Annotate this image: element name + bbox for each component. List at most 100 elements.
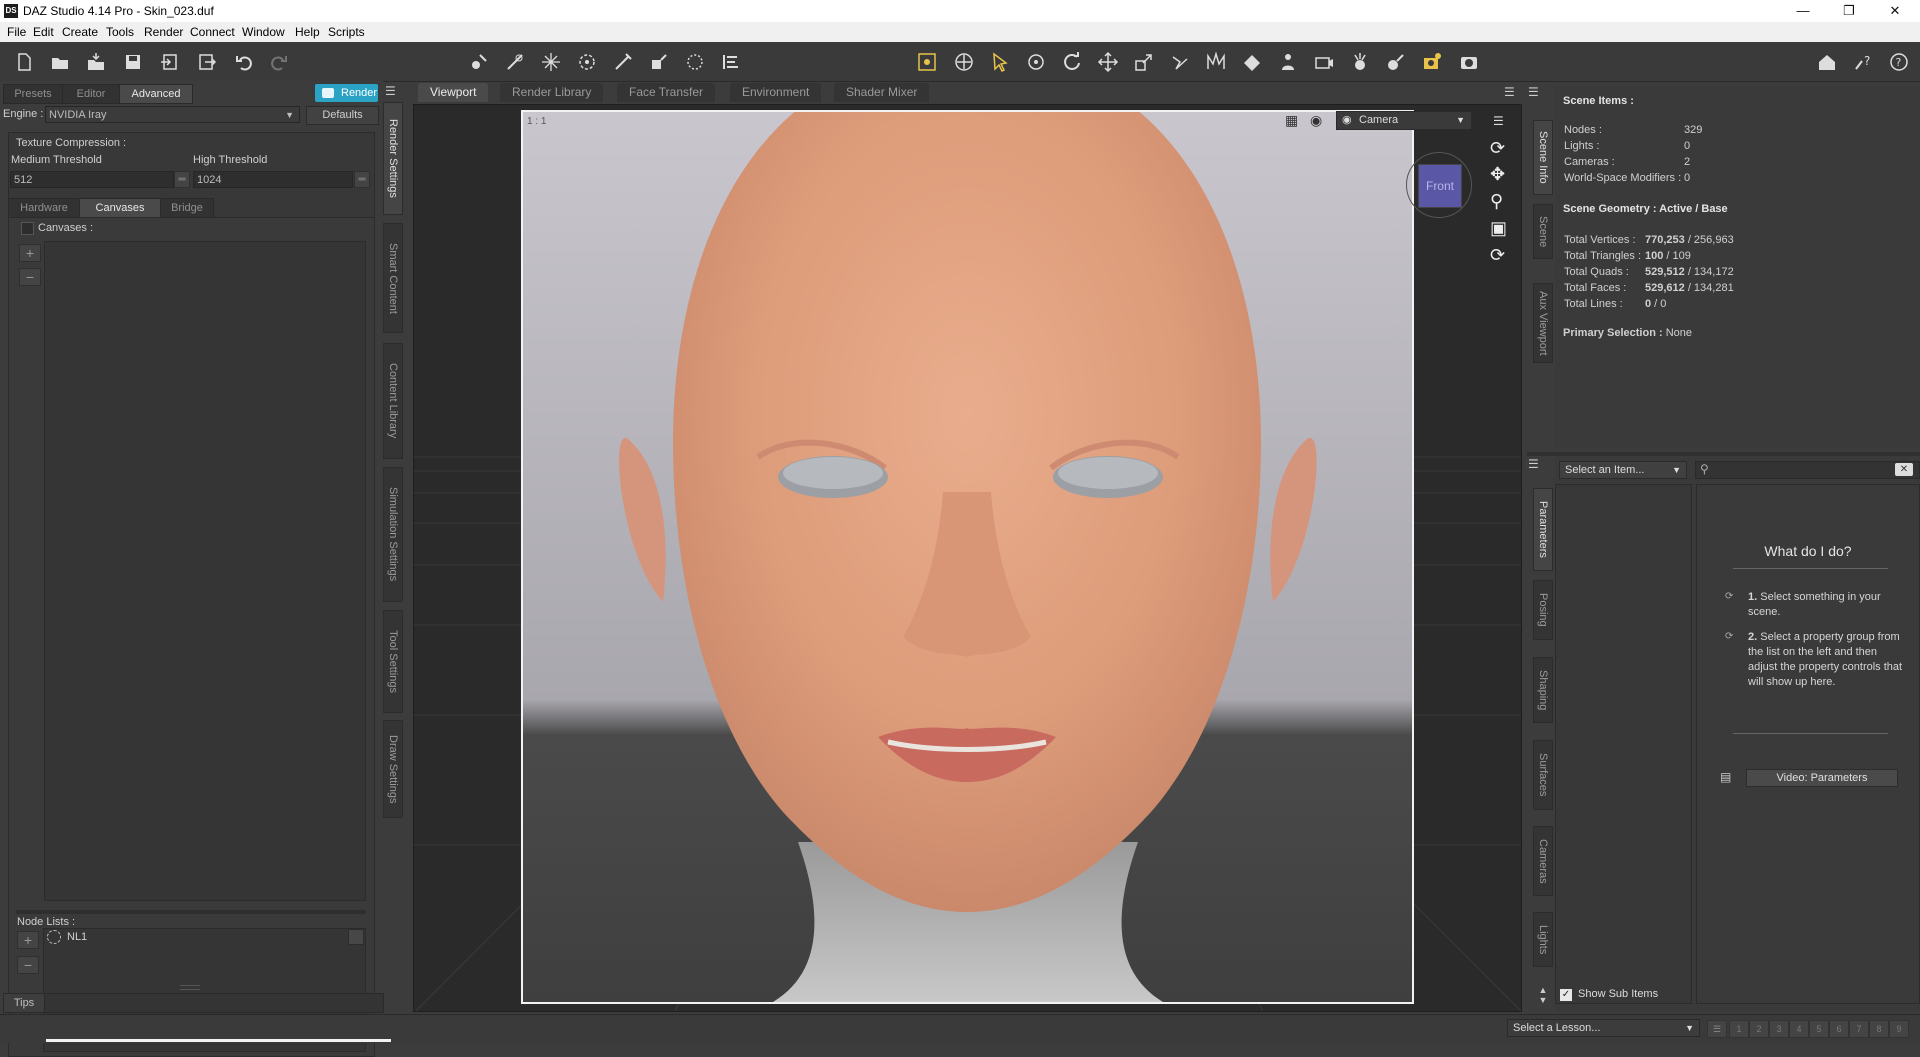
- close-icon[interactable]: ✕: [1872, 2, 1918, 20]
- rotate-tool-icon[interactable]: [1059, 49, 1085, 75]
- vtab-smart-content[interactable]: Smart Content: [383, 223, 403, 333]
- lesson-page-7[interactable]: 7: [1849, 1020, 1869, 1038]
- node-list-toggle[interactable]: [348, 929, 364, 945]
- reset-camera-icon[interactable]: ⟳: [1490, 245, 1505, 266]
- vtab-render-settings[interactable]: Render Settings: [383, 102, 403, 215]
- node-weight-brush-icon[interactable]: [466, 49, 492, 75]
- vtab-posing[interactable]: Posing: [1533, 580, 1553, 640]
- render-settings-icon[interactable]: [1419, 49, 1445, 75]
- video-parameters-button[interactable]: Video: Parameters: [1746, 769, 1898, 787]
- lesson-page-9[interactable]: 9: [1889, 1020, 1909, 1038]
- canvases-checkbox[interactable]: [21, 222, 34, 235]
- vtab-surfaces[interactable]: Surfaces: [1533, 740, 1553, 810]
- lesson-page-1[interactable]: 1: [1729, 1020, 1749, 1038]
- remove-node-list-button[interactable]: −: [17, 956, 39, 974]
- merge-icon[interactable]: [83, 49, 109, 75]
- vtab-scene[interactable]: Scene: [1533, 204, 1553, 259]
- remove-canvas-button[interactable]: −: [19, 268, 41, 286]
- tab-editor[interactable]: Editor: [62, 84, 120, 104]
- menu-scripts[interactable]: Scripts: [328, 25, 365, 39]
- surface-tool-icon[interactable]: [1239, 49, 1265, 75]
- import-icon[interactable]: [157, 49, 183, 75]
- spot-render-icon[interactable]: [538, 49, 564, 75]
- render-icon[interactable]: [1456, 49, 1482, 75]
- vtab-tool-settings[interactable]: Tool Settings: [383, 610, 403, 713]
- universal-tool-icon[interactable]: [914, 49, 940, 75]
- tab-viewport[interactable]: Viewport: [418, 83, 489, 102]
- tab-environment[interactable]: Environment: [730, 83, 822, 102]
- view-cube-ring[interactable]: [1406, 152, 1472, 218]
- geometry-sculptor-icon[interactable]: [682, 49, 708, 75]
- zoom-camera-icon[interactable]: ⚲: [1490, 191, 1503, 212]
- defaults-button[interactable]: Defaults: [306, 106, 379, 125]
- menu-create[interactable]: Create: [62, 25, 98, 39]
- high-threshold-slider-icon[interactable]: ═: [354, 171, 370, 188]
- figure-tool-icon[interactable]: [1275, 49, 1301, 75]
- redo-icon[interactable]: [266, 49, 292, 75]
- light-tool-icon[interactable]: [1347, 49, 1373, 75]
- vtab-draw-settings[interactable]: Draw Settings: [383, 720, 403, 818]
- open-folder-icon[interactable]: [47, 49, 73, 75]
- region-navigator-icon[interactable]: [574, 49, 600, 75]
- translate-tool-icon[interactable]: [1095, 49, 1121, 75]
- show-sub-items-checkbox[interactable]: ✓: [1560, 989, 1572, 1001]
- high-threshold-input[interactable]: 1024: [193, 171, 353, 188]
- tab-tips[interactable]: Tips: [3, 993, 45, 1013]
- panel-menu-icon[interactable]: ☰: [385, 84, 399, 98]
- add-node-list-button[interactable]: +: [17, 931, 39, 949]
- menu-render[interactable]: Render: [144, 25, 183, 39]
- undo-icon[interactable]: [231, 49, 257, 75]
- home-icon[interactable]: [1814, 49, 1840, 75]
- camera-select[interactable]: ◉ Camera ▼: [1336, 111, 1472, 130]
- menu-tools[interactable]: Tools: [106, 25, 134, 39]
- clear-search-icon[interactable]: ✕: [1895, 463, 1913, 476]
- lesson-page-8[interactable]: 8: [1869, 1020, 1889, 1038]
- geometry-editor-icon[interactable]: [610, 49, 636, 75]
- vtab-scene-info[interactable]: Scene Info: [1533, 120, 1553, 195]
- add-canvas-button[interactable]: +: [19, 244, 41, 262]
- help-icon[interactable]: ?: [1886, 49, 1912, 75]
- view-options-icon[interactable]: ◉: [1310, 112, 1326, 128]
- tab-hardware[interactable]: Hardware: [8, 198, 80, 218]
- menu-connect[interactable]: Connect: [190, 25, 235, 39]
- camera-tool-icon[interactable]: [1311, 49, 1337, 75]
- pointer-icon[interactable]: [987, 49, 1013, 75]
- morph-tool-icon[interactable]: [1203, 49, 1229, 75]
- joint-editor-icon[interactable]: [502, 49, 528, 75]
- vtab-content-library[interactable]: Content Library: [383, 343, 403, 459]
- medium-threshold-slider-icon[interactable]: ═: [174, 171, 190, 188]
- select-item-dropdown[interactable]: Select an Item... ▼: [1559, 461, 1687, 479]
- splitter[interactable]: [16, 910, 366, 914]
- property-groups-tree[interactable]: [1555, 484, 1692, 1004]
- maximize-icon[interactable]: ❐: [1826, 2, 1872, 20]
- vtab-cameras[interactable]: Cameras: [1533, 826, 1553, 896]
- tab-presets[interactable]: Presets: [3, 84, 63, 104]
- tab-bridge[interactable]: Bridge: [160, 198, 214, 218]
- parameters-search-input[interactable]: [1695, 461, 1920, 479]
- lesson-page-2[interactable]: 2: [1749, 1020, 1769, 1038]
- lesson-page-4[interactable]: 4: [1789, 1020, 1809, 1038]
- menu-window[interactable]: Window: [242, 25, 285, 39]
- medium-threshold-input[interactable]: 512: [10, 171, 174, 188]
- menu-edit[interactable]: Edit: [33, 25, 54, 39]
- menu-help[interactable]: Help: [295, 25, 320, 39]
- whats-this-icon[interactable]: ?: [1850, 49, 1876, 75]
- tab-shader-mixer[interactable]: Shader Mixer: [834, 83, 930, 102]
- tab-face-transfer[interactable]: Face Transfer: [617, 83, 716, 102]
- tab-advanced[interactable]: Advanced: [119, 84, 193, 104]
- orbit-camera-icon[interactable]: ⟳: [1490, 138, 1505, 159]
- tab-canvases[interactable]: Canvases: [79, 198, 161, 218]
- align-icon[interactable]: [718, 49, 744, 75]
- render-preview[interactable]: [521, 110, 1414, 1004]
- transform-tool-icon[interactable]: [1167, 49, 1193, 75]
- pan-camera-icon[interactable]: ✥: [1490, 164, 1505, 185]
- lesson-list-icon[interactable]: ☰: [1707, 1020, 1727, 1038]
- draw-style-icon[interactable]: ▦: [1285, 112, 1301, 128]
- scale-tool-icon[interactable]: [1131, 49, 1157, 75]
- lesson-page-6[interactable]: 6: [1829, 1020, 1849, 1038]
- viewport-panel-menu-icon[interactable]: ☰: [1504, 85, 1515, 99]
- active-pose-icon[interactable]: [951, 49, 977, 75]
- export-icon[interactable]: [194, 49, 220, 75]
- menu-file[interactable]: File: [7, 25, 26, 39]
- canvases-list[interactable]: [44, 241, 366, 901]
